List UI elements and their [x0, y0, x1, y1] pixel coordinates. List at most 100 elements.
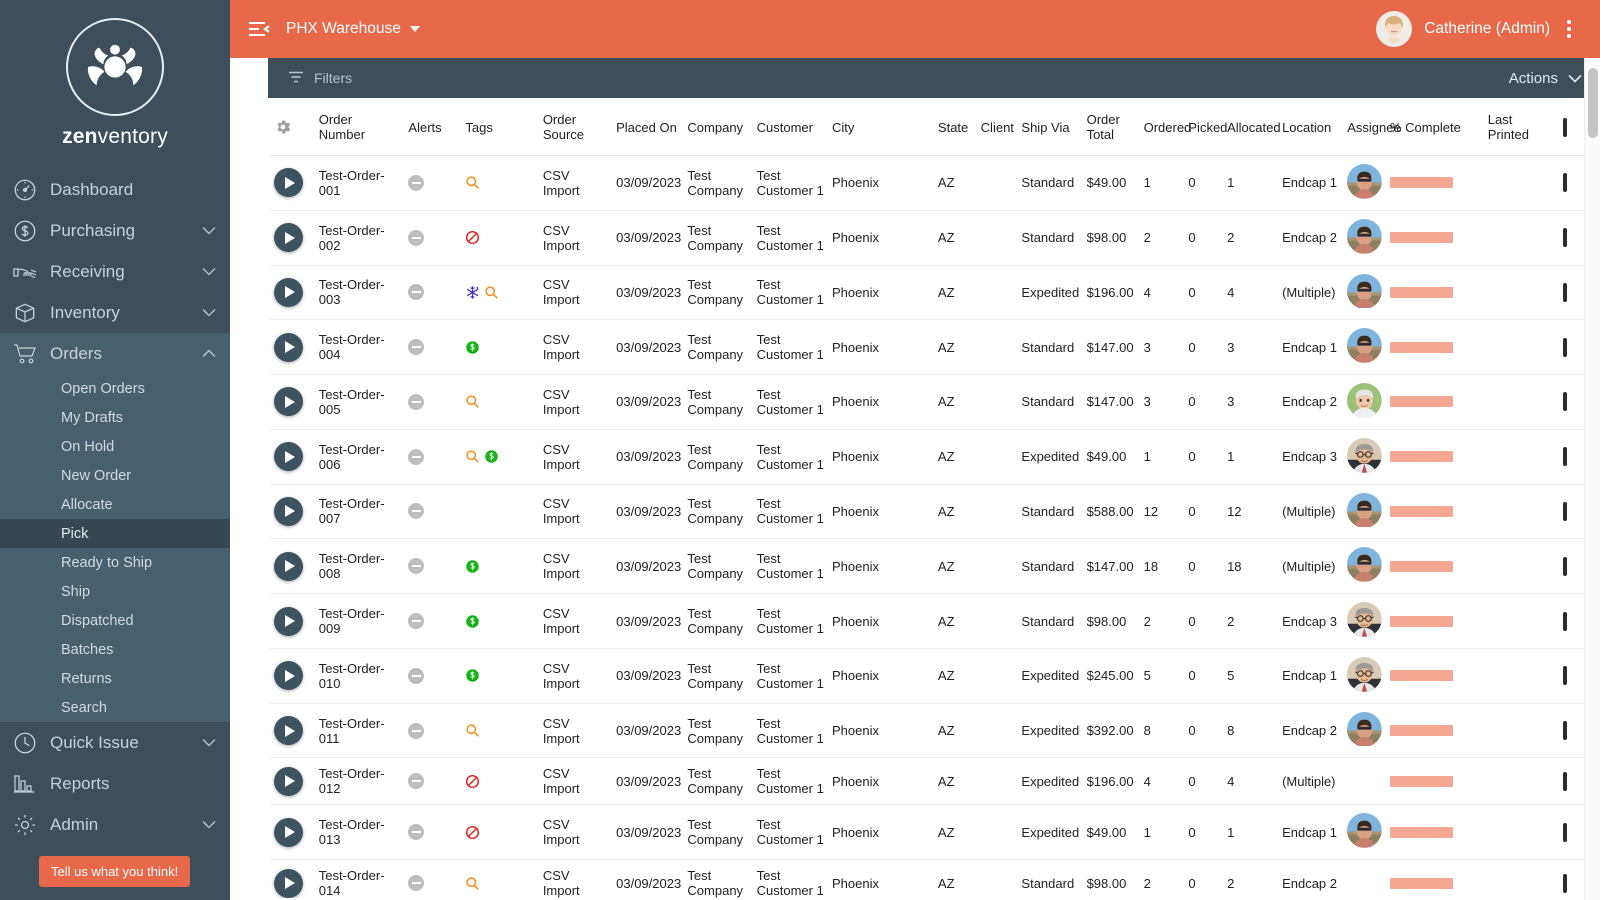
table-row[interactable]: Test-Order-004 CSV Import 03/09/2023 Test C… — [270, 319, 1600, 376]
play-icon[interactable] — [274, 277, 303, 307]
vertical-scrollbar[interactable] — [1584, 58, 1600, 900]
user-menu[interactable]: Catherine (Admin) — [1376, 11, 1550, 47]
column-header-placed-on[interactable]: Placed On — [612, 98, 684, 156]
tag-money-icon[interactable] — [484, 449, 499, 464]
row-checkbox[interactable] — [1563, 822, 1568, 842]
row-checkbox[interactable] — [1563, 611, 1568, 631]
tag-block-icon[interactable] — [465, 774, 480, 789]
feedback-button[interactable]: Tell us what you think! — [39, 856, 191, 887]
tag-search-icon[interactable] — [465, 876, 480, 891]
row-checkbox[interactable] — [1563, 173, 1568, 193]
play-icon[interactable] — [274, 442, 303, 472]
scrollbar-thumb[interactable] — [1588, 68, 1598, 138]
column-header-allocated[interactable]: Allocated — [1223, 98, 1281, 156]
sidebar-subitem-search[interactable]: Search — [0, 693, 230, 722]
sidebar-subitem-pick[interactable]: Pick — [0, 519, 230, 548]
row-checkbox[interactable] — [1563, 771, 1568, 791]
row-checkbox[interactable] — [1563, 447, 1568, 467]
tag-block-icon[interactable] — [465, 825, 480, 840]
tag-snowflake-icon[interactable] — [465, 285, 480, 300]
row-checkbox[interactable] — [1563, 228, 1568, 248]
tag-money-icon[interactable] — [465, 340, 480, 355]
play-icon[interactable] — [274, 868, 303, 898]
column-header-location[interactable]: Location — [1278, 98, 1344, 156]
table-row[interactable]: Test-Order-001 CSV Import 03/09/2023 Test C… — [270, 155, 1600, 211]
column-header-customer[interactable]: Customer — [752, 98, 828, 156]
column-header-last-printed[interactable]: Last Printed — [1483, 98, 1560, 156]
tag-search-icon[interactable] — [484, 285, 499, 300]
tag-block-icon[interactable] — [465, 230, 480, 245]
sidebar-item-dashboard[interactable]: Dashboard — [0, 169, 230, 210]
play-icon[interactable] — [274, 223, 303, 253]
avatar[interactable] — [1347, 437, 1382, 476]
avatar[interactable] — [1347, 813, 1382, 851]
avatar[interactable] — [1347, 383, 1382, 421]
tag-money-icon[interactable] — [465, 614, 480, 629]
sidebar-subitem-ready-to-ship[interactable]: Ready to Ship — [0, 548, 230, 577]
sidebar-item-purchasing[interactable]: Purchasing — [0, 210, 230, 251]
actions-button[interactable]: Actions — [1509, 70, 1582, 87]
select-all-checkbox[interactable] — [1563, 117, 1568, 137]
play-icon[interactable] — [274, 551, 303, 581]
table-row[interactable]: Test-Order-002 CSV Import 03/09/2023 Test C… — [270, 210, 1600, 266]
column-header-tags[interactable]: Tags — [461, 98, 539, 156]
sidebar-subitem-my-drafts[interactable]: My Drafts — [0, 403, 230, 432]
avatar[interactable] — [1347, 656, 1382, 695]
play-icon[interactable] — [274, 332, 303, 362]
gear-icon[interactable] — [274, 118, 292, 136]
column-header-picked[interactable]: Picked — [1184, 98, 1227, 156]
play-icon[interactable] — [274, 168, 303, 198]
tag-search-icon[interactable] — [465, 449, 480, 464]
sidebar-item-orders[interactable]: Orders — [0, 333, 230, 374]
tag-search-icon[interactable] — [465, 394, 480, 409]
column-settings-cell[interactable] — [270, 98, 315, 156]
table-row[interactable]: Test-Order-011 CSV Import 03/09/2023 Test C… — [270, 703, 1600, 759]
play-icon[interactable] — [274, 387, 303, 417]
orders-table-scroll[interactable]: Order Number Alerts Tags Order Source Pl… — [268, 98, 1600, 898]
column-header-ordered[interactable]: Ordered — [1139, 98, 1191, 156]
row-checkbox[interactable] — [1563, 501, 1568, 521]
avatar[interactable] — [1347, 602, 1382, 640]
avatar[interactable] — [1347, 164, 1382, 202]
table-row[interactable]: Test-Order-005 CSV Import 03/09/2023 Test C… — [270, 374, 1600, 430]
sidebar-subitem-on-hold[interactable]: On Hold — [0, 432, 230, 461]
table-row[interactable]: Test-Order-007 CSV Import 03/09/2023 Test C… — [270, 484, 1600, 540]
sidebar-item-quick-issue[interactable]: Quick Issue — [0, 722, 230, 763]
more-vertical-icon[interactable] — [1556, 20, 1582, 38]
avatar[interactable] — [1347, 711, 1382, 749]
table-row[interactable]: Test-Order-008 CSV Import 03/09/2023 Test C… — [270, 538, 1600, 595]
tag-money-icon[interactable] — [465, 559, 480, 574]
column-header-assignee[interactable]: Assignee — [1343, 98, 1401, 156]
row-checkbox[interactable] — [1563, 556, 1568, 576]
column-header-percent-complete[interactable]: % Complete — [1386, 98, 1484, 156]
table-row[interactable]: Test-Order-010 CSV Import 03/09/2023 Test C… — [270, 648, 1600, 704]
sidebar-item-reports[interactable]: Reports — [0, 763, 230, 804]
play-icon[interactable] — [274, 716, 303, 746]
sidebar-subitem-open-orders[interactable]: Open Orders — [0, 374, 230, 403]
table-row[interactable]: Test-Order-006 CSV Import 03/09/2023 Test C… — [270, 429, 1600, 485]
menu-collapse-icon[interactable] — [242, 12, 276, 46]
play-icon[interactable] — [274, 661, 303, 691]
column-header-client[interactable]: Client — [976, 98, 1018, 156]
tag-money-icon[interactable] — [465, 668, 480, 683]
column-header-ship-via[interactable]: Ship Via — [1017, 98, 1083, 156]
avatar[interactable] — [1347, 218, 1382, 257]
tag-search-icon[interactable] — [465, 723, 480, 738]
row-checkbox[interactable] — [1563, 282, 1568, 302]
row-checkbox[interactable] — [1563, 721, 1568, 741]
avatar[interactable] — [1347, 547, 1382, 585]
avatar[interactable] — [1347, 492, 1382, 530]
warehouse-selector[interactable]: PHX Warehouse — [286, 20, 420, 38]
column-header-order-source[interactable]: Order Source — [538, 98, 613, 156]
sidebar-subitem-returns[interactable]: Returns — [0, 664, 230, 693]
column-header-order-number[interactable]: Order Number — [314, 98, 405, 156]
sidebar-subitem-new-order[interactable]: New Order — [0, 461, 230, 490]
row-checkbox[interactable] — [1563, 337, 1568, 357]
row-checkbox[interactable] — [1563, 873, 1568, 893]
tag-search-icon[interactable] — [465, 175, 480, 190]
column-header-company[interactable]: Company — [683, 98, 753, 156]
avatar[interactable] — [1347, 273, 1382, 311]
row-checkbox[interactable] — [1563, 392, 1568, 412]
play-icon[interactable] — [274, 817, 303, 847]
play-icon[interactable] — [274, 606, 303, 636]
